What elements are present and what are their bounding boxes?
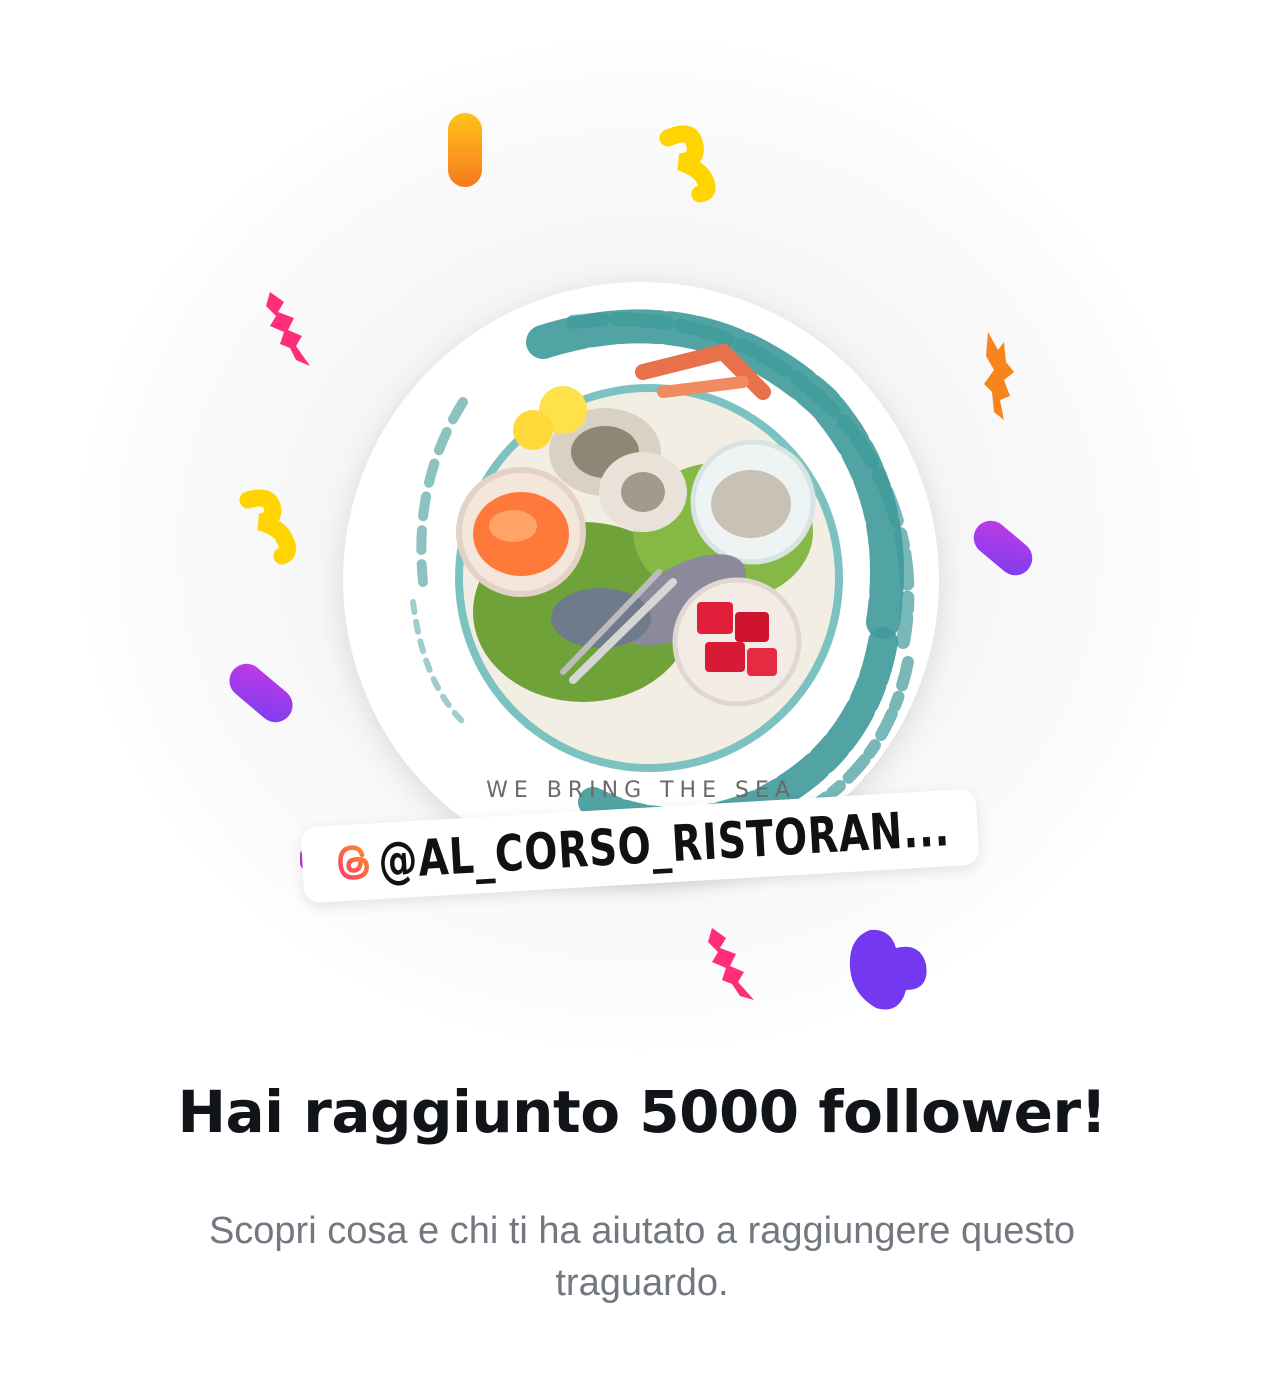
confetti-yellow-squiggle (659, 125, 716, 203)
milestone-title: Hai raggiunto 5000 follower! (177, 1078, 1107, 1146)
avatar-tagline: WE BRING THE SEA (486, 778, 796, 803)
confetti-yellow-squiggle (239, 489, 296, 565)
confetti-purple-capsule (973, 520, 1033, 576)
confetti-pink-spiky (266, 292, 310, 366)
threads-logo-icon (338, 845, 369, 880)
milestone-subtitle: Scopri cosa e chi ti ha aiutato a raggiu… (208, 1210, 1076, 1304)
profile-avatar: WE BRING THE SEA (343, 282, 939, 878)
confetti-orange-capsule (448, 113, 482, 187)
confetti-orange-spiky (984, 332, 1014, 420)
heart-icon (849, 929, 927, 1010)
confetti-purple-capsule (229, 663, 293, 723)
confetti-pink-spiky (708, 928, 754, 1000)
